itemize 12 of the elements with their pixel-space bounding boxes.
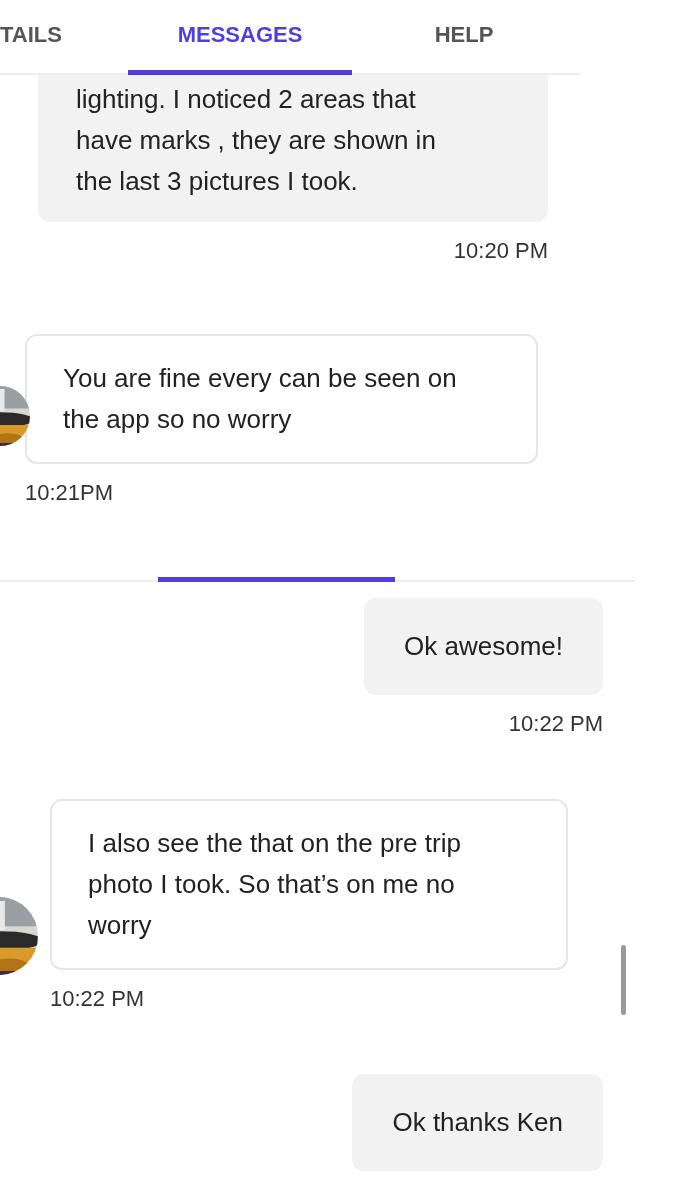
scroll-bar[interactable] xyxy=(621,945,626,1015)
message-time: 10:22 PM xyxy=(50,986,146,1012)
message-bubble: Ok thanks Ken xyxy=(352,1074,603,1171)
message-bubble: Ok awesome! xyxy=(364,598,603,695)
tab[interactable]: HELP xyxy=(352,0,576,75)
message-time: 10:22 PM xyxy=(508,711,603,737)
tab[interactable]: TAILS xyxy=(0,0,128,75)
message-time: 10:21PM xyxy=(25,480,115,506)
message-bubble: You are fine every can be seen on the app so no worry xyxy=(25,334,538,464)
message-bubble: lighting. I noticed 2 areas that have marks , they are shown in the last 3 pictures I took. xyxy=(38,75,548,222)
message-bubble: I also see the that on the pre trip photo I took. So that’s on me no worry xyxy=(50,799,568,970)
message-time: 10:20 PM xyxy=(453,238,548,264)
